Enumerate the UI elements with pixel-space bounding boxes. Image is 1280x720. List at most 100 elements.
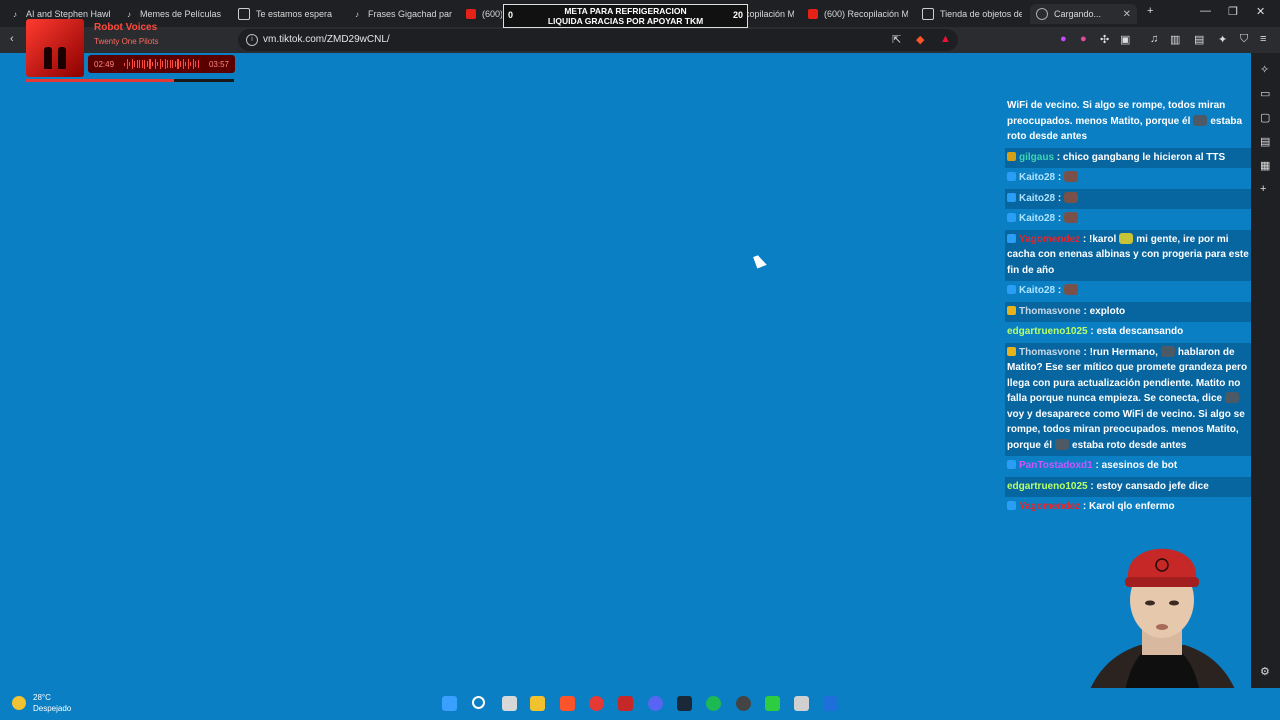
url-text: vm.tiktok.com/ZMD29wCNL/ [263, 34, 390, 45]
chat-message: edgartrueno1025 : esta descansando [1005, 322, 1251, 343]
chat-emote [1160, 345, 1175, 357]
chat-badge-icon [1007, 233, 1016, 243]
banner-line-1: META PARA REFRIGERACION [564, 6, 687, 16]
chat-badge-icon [1007, 285, 1016, 294]
share-icon[interactable]: ⇱ [892, 33, 901, 46]
app-icon[interactable] [618, 696, 633, 711]
song-artist: Twenty One Pilots [94, 37, 159, 46]
tab-8[interactable]: Tienda de objetos de [922, 4, 1022, 24]
minimize-icon[interactable]: — [1200, 5, 1211, 17]
search-icon[interactable] [472, 696, 485, 709]
add-icon[interactable]: + [1260, 183, 1266, 195]
new-tab-button[interactable]: + [1147, 5, 1153, 17]
site-info-icon[interactable]: i [246, 34, 258, 46]
chat-username[interactable]: Kaito28 [1019, 172, 1055, 183]
app-icon[interactable] [765, 696, 780, 711]
chat-badge-icon [1007, 346, 1016, 356]
sidebar-toggle-icon[interactable]: ▥ [1170, 33, 1180, 46]
pin-icon[interactable]: ✧ [1260, 63, 1269, 76]
chat-username[interactable]: PanTostadoxd1 [1019, 460, 1093, 471]
chat-badge-icon [1007, 501, 1016, 510]
chat-text: : !run Hermano, [1080, 346, 1158, 358]
chat-emote [1064, 284, 1079, 295]
chat-username[interactable]: Kaito28 [1019, 213, 1055, 224]
loading-icon [1036, 8, 1048, 20]
chat-text: : [1055, 285, 1062, 296]
chat-text: : !karol [1080, 233, 1117, 245]
goal-end: 20 [732, 10, 743, 20]
chat-username[interactable]: Yagomendez [1019, 234, 1080, 245]
tab-5[interactable]: (600) [466, 4, 502, 24]
close-window-icon[interactable]: ✕ [1256, 5, 1265, 18]
vpn-icon[interactable]: ⛉ [1240, 33, 1248, 46]
chat-username[interactable]: Thomasvone [1019, 347, 1081, 358]
elapsed-time: 02:49 [94, 60, 115, 69]
chat-emote [1119, 232, 1134, 244]
chat-emote [1225, 392, 1240, 403]
brave-shield-icon[interactable]: ◆ [916, 33, 924, 46]
album-cover [26, 19, 84, 77]
chat-message: gilgaus : chico gangbang le hicieron al … [1005, 147, 1251, 168]
chat-username[interactable]: Kaito28 [1019, 285, 1055, 296]
tab-icon[interactable]: ▢ [1260, 111, 1270, 124]
task-view-icon[interactable] [502, 696, 517, 711]
file-explorer-icon[interactable] [530, 696, 545, 711]
chat-badge-icon [1007, 151, 1016, 161]
chat-username[interactable]: gilgaus [1019, 152, 1054, 163]
chat-badge-icon [1007, 460, 1016, 469]
tab-active[interactable]: Cargando... ✕ [1030, 4, 1137, 24]
leo-icon[interactable]: ✦ [1218, 33, 1227, 46]
settings-icon[interactable]: ⚙ [1260, 665, 1270, 678]
page-icon [922, 8, 934, 20]
rewards-icon[interactable]: ▲ [940, 33, 951, 45]
chat-username[interactable]: Yagomendez [1019, 501, 1080, 512]
mouse-cursor [753, 253, 767, 269]
app-icon[interactable] [794, 696, 809, 711]
weather-temp: 28°C [33, 693, 51, 702]
chat-emote [1064, 171, 1079, 182]
chat-emote [1193, 114, 1208, 126]
chat-message: Kaito28 : [1005, 188, 1251, 209]
puzzle-icon[interactable]: ✣ [1100, 33, 1109, 46]
chat-badge-icon [1007, 192, 1016, 202]
chat-username[interactable]: edgartrueno1025 [1007, 326, 1088, 337]
chat-text: : [1055, 213, 1062, 224]
wallet-icon[interactable]: ▤ [1194, 33, 1204, 46]
chat-message: Kaito28 : [1005, 168, 1251, 189]
extension-icon[interactable]: ● [1060, 33, 1067, 45]
chat-message: Yagomendez : Karol qlo enfermo [1005, 497, 1251, 514]
app-icon[interactable] [823, 696, 838, 711]
spotify-icon[interactable] [706, 696, 721, 711]
weather-moon-icon[interactable] [12, 696, 26, 710]
live-chat: WiFi de vecino. Si algo se rompe, todos … [1005, 96, 1251, 514]
chat-username[interactable]: edgartrueno1025 [1007, 481, 1088, 492]
reading-list-icon[interactable]: ▭ [1260, 87, 1270, 100]
extension-icon[interactable]: ● [1080, 33, 1087, 45]
address-bar[interactable]: i vm.tiktok.com/ZMD29wCNL/ ⇱ ◆ ▲ [238, 29, 958, 51]
obs-icon[interactable] [736, 696, 751, 711]
chat-message: Kaito28 : [1005, 281, 1251, 302]
history-icon[interactable]: ▦ [1260, 159, 1270, 172]
tab-3[interactable]: Te estamos espera [238, 4, 338, 24]
music-icon[interactable]: ♫ [1150, 33, 1158, 45]
menu-icon[interactable]: ≡ [1260, 33, 1266, 45]
tab-4[interactable]: ♪ Frases Gigachad para [352, 4, 452, 24]
weather-condition: Despejado [33, 704, 72, 713]
start-icon[interactable] [442, 696, 457, 711]
discord-icon[interactable] [648, 696, 663, 711]
chat-text: estaba roto desde antes [1072, 439, 1187, 451]
back-icon[interactable]: ‹ [10, 33, 14, 45]
chat-text: : esta descansando [1087, 326, 1184, 337]
maximize-icon[interactable]: ❐ [1228, 5, 1238, 18]
chat-username[interactable]: Thomasvone [1019, 306, 1081, 317]
media-player-icon[interactable] [589, 696, 604, 711]
chat-text: : [1055, 192, 1062, 204]
extension-icon[interactable]: ▣ [1120, 33, 1130, 46]
brave-icon[interactable] [560, 696, 575, 711]
steam-icon[interactable] [677, 696, 692, 711]
chat-message: Kaito28 : [1005, 209, 1251, 230]
close-tab-icon[interactable]: ✕ [1123, 9, 1131, 20]
chat-username[interactable]: Kaito28 [1019, 193, 1055, 204]
tab-7[interactable]: (600) Recopilación MÍ [808, 4, 908, 24]
bookmarks-icon[interactable]: ▤ [1260, 135, 1270, 148]
